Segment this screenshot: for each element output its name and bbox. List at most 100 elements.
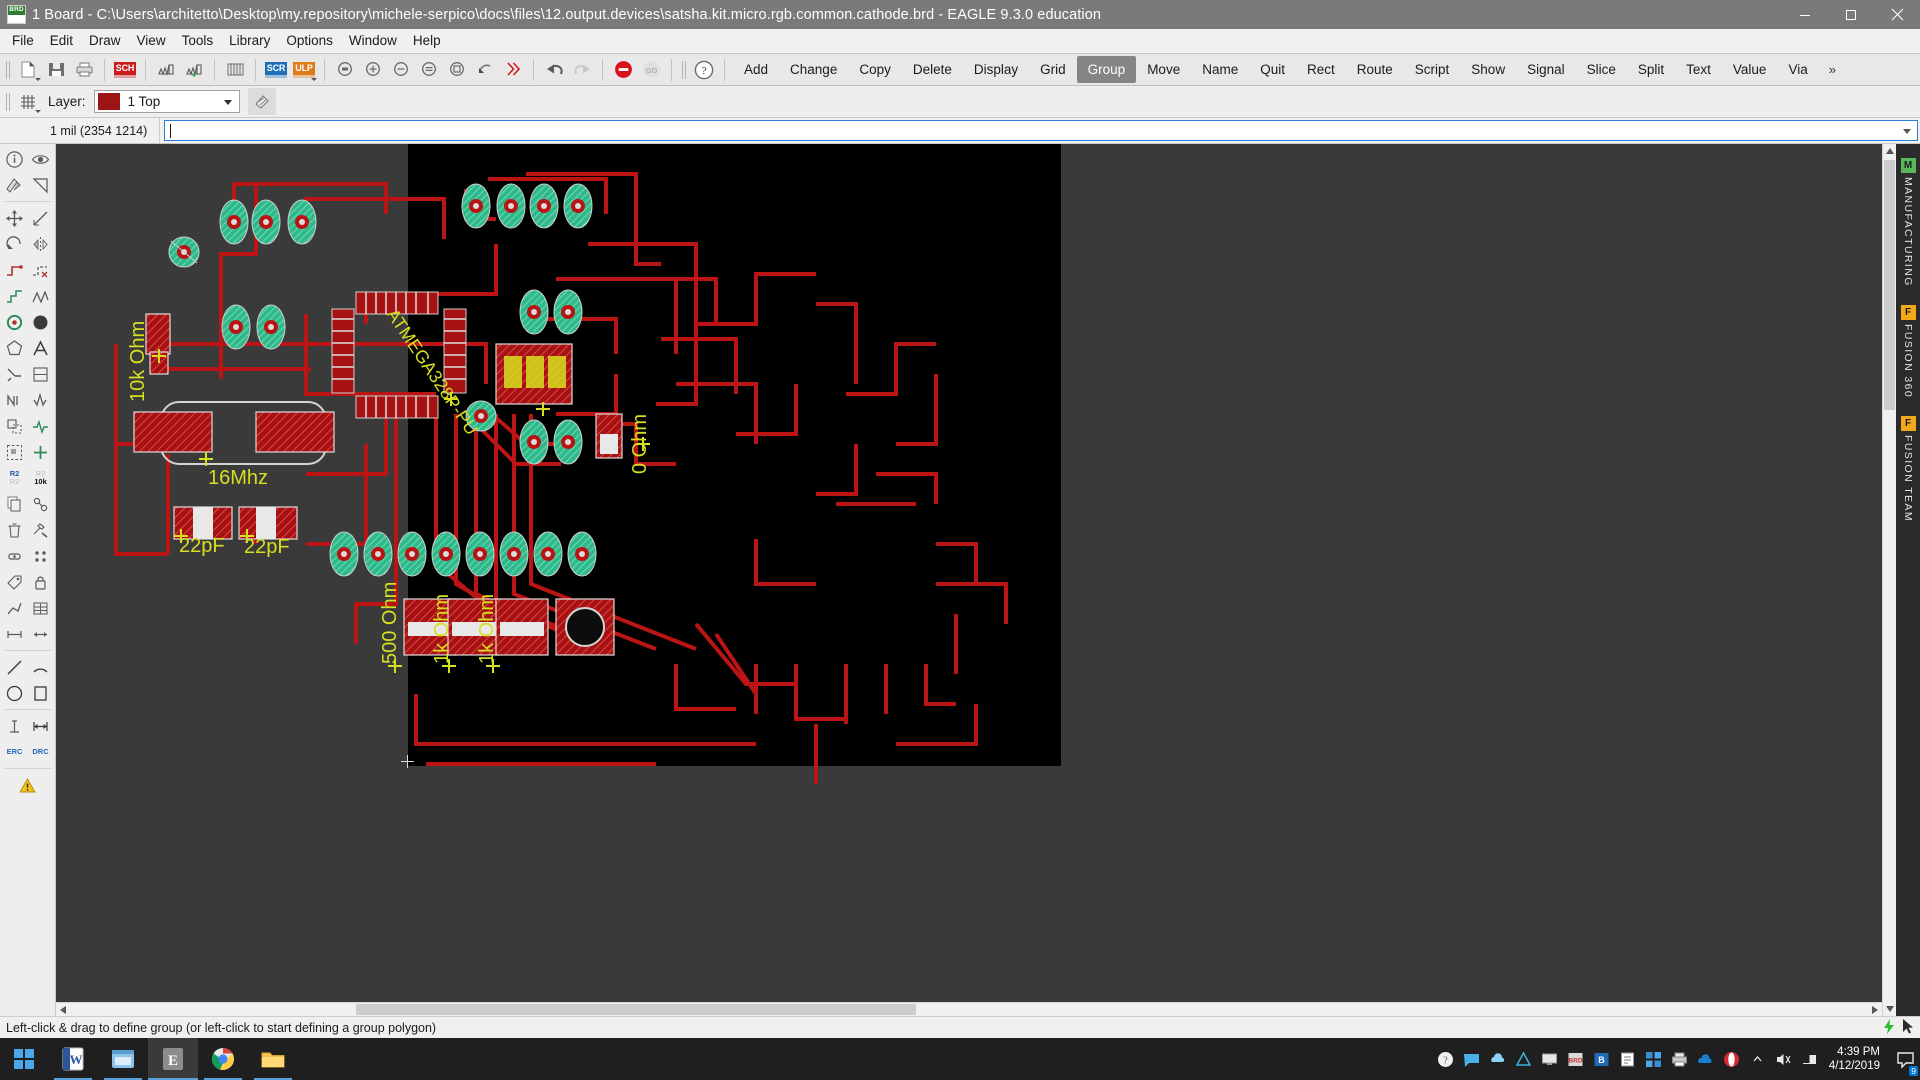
smash-icon[interactable] [2,413,28,439]
array-icon[interactable] [28,621,54,647]
move-icon[interactable] [2,205,28,231]
arc-icon[interactable] [28,654,54,680]
taskbar-explorer-window-icon[interactable] [98,1038,148,1080]
notification-icon[interactable]: 9 [1890,1038,1920,1080]
polygon-icon[interactable] [2,335,28,361]
command-move[interactable]: Move [1136,56,1191,83]
zoom-out-icon[interactable] [387,56,415,83]
scroll-up-arrow-icon[interactable] [1883,144,1896,158]
chat-tray-icon[interactable] [1459,1038,1485,1080]
value-icon[interactable] [28,387,54,413]
command-history-chevron-icon[interactable] [1903,129,1911,134]
hole-icon[interactable] [2,713,28,739]
width-icon[interactable] [28,713,54,739]
autoroute-icon[interactable] [2,283,28,309]
command-quit[interactable]: Quit [1249,56,1296,83]
command-copy[interactable]: Copy [848,56,902,83]
label-10k-icon[interactable]: R2 10k [28,465,54,491]
canvas-horizontal-scrollbar[interactable] [56,1002,1882,1016]
board-artwork[interactable]: 10k Ohm ATMEGA328P-PU 16Mhz 22pF 22pF 0 … [56,144,1156,784]
help-circle-tray-icon[interactable]: ? [1433,1038,1459,1080]
dimension-icon[interactable] [2,621,28,647]
board-canvas[interactable]: 10k Ohm ATMEGA328P-PU 16Mhz 22pF 22pF 0 … [56,144,1896,1016]
line-icon[interactable] [2,654,28,680]
taskbar-file-explorer-icon[interactable] [248,1038,298,1080]
menu-edit[interactable]: Edit [42,30,81,52]
command-slice[interactable]: Slice [1576,56,1627,83]
name-icon[interactable] [2,387,28,413]
cloud-tray-icon[interactable] [1485,1038,1511,1080]
print-icon[interactable] [70,56,98,83]
library-icon[interactable] [221,56,249,83]
command-display[interactable]: Display [963,56,1029,83]
command-signal[interactable]: Signal [1516,56,1576,83]
ulp-icon[interactable]: ULP [290,56,318,83]
command-text[interactable]: Text [1675,56,1722,83]
command-delete[interactable]: Delete [902,56,963,83]
scroll-down-arrow-icon[interactable] [1883,1002,1896,1016]
rail-tab-manufacturing[interactable]: M MANUFACTURING [1900,158,1916,287]
mirror-icon[interactable] [28,231,54,257]
menu-file[interactable]: File [4,30,42,52]
command-split[interactable]: Split [1627,56,1675,83]
scroll-right-arrow-icon[interactable] [1868,1003,1882,1016]
layer-select[interactable]: 1 Top [93,90,240,113]
text-tool-icon[interactable] [28,335,54,361]
undo-icon[interactable] [540,56,568,83]
windows-start-icon[interactable] [0,1038,48,1080]
command-change[interactable]: Change [779,56,848,83]
note-tray-icon[interactable] [1615,1038,1641,1080]
route-icon[interactable] [2,257,28,283]
menu-draw[interactable]: Draw [81,30,129,52]
signal-icon[interactable] [28,413,54,439]
rail-tab-fusion-360[interactable]: F FUSION 360 [1900,304,1916,398]
tag-icon[interactable] [2,569,28,595]
taskbar-eagle-icon[interactable]: E [148,1038,198,1080]
tools-icon[interactable] [28,517,54,543]
zoom-redraw-icon[interactable] [443,56,471,83]
toolbar-grip[interactable] [4,59,12,81]
save-icon[interactable] [42,56,70,83]
layerbar-grip[interactable] [4,91,12,113]
menu-window[interactable]: Window [341,30,405,52]
command-value[interactable]: Value [1722,56,1778,83]
onedrive-tray-icon[interactable] [1693,1038,1719,1080]
command-grid[interactable]: Grid [1029,56,1077,83]
opera-tray-icon[interactable] [1719,1038,1745,1080]
via-icon[interactable] [2,309,28,335]
bit-tray-icon[interactable]: B [1589,1038,1615,1080]
scr-script-icon[interactable]: SCR [262,56,290,83]
printer-tray-icon[interactable] [1667,1038,1693,1080]
eagle-tray-icon[interactable]: BRD [1563,1038,1589,1080]
measure-icon[interactable] [28,205,54,231]
zoom-in-icon[interactable] [359,56,387,83]
redo-icon[interactable] [568,56,596,83]
layer-settings-icon[interactable] [247,88,276,115]
autodesk-tray-icon[interactable] [1511,1038,1537,1080]
toolbar-overflow-button[interactable]: » [1819,58,1844,81]
minimize-button[interactable] [1782,0,1828,29]
undo-redo-arc-icon[interactable] [471,56,499,83]
stop-sign-icon[interactable] [499,56,527,83]
manufacturing-icon[interactable] [180,56,208,83]
split-icon[interactable] [2,361,28,387]
rotate-icon[interactable] [2,231,28,257]
taskbar-word-icon[interactable]: W [48,1038,98,1080]
taskbar-chrome-icon[interactable] [198,1038,248,1080]
command-group[interactable]: Group [1076,56,1137,83]
maximize-button[interactable] [1828,0,1874,29]
grid-icon[interactable] [14,88,42,115]
command-add[interactable]: Add [733,56,779,83]
sch-switch-icon[interactable]: SCH [111,56,139,83]
optimize-icon[interactable] [2,595,28,621]
help-icon[interactable]: ? [690,56,718,83]
cam-processor-icon[interactable] [152,56,180,83]
monitor-tray-icon[interactable] [1537,1038,1563,1080]
volume-tray-icon[interactable] [1771,1038,1797,1080]
change-icon[interactable] [28,361,54,387]
command-route[interactable]: Route [1346,56,1404,83]
pad-icon[interactable] [2,543,28,569]
show-eye-icon[interactable] [28,146,54,172]
zoom-fit-icon[interactable] [331,56,359,83]
command-script[interactable]: Script [1404,56,1461,83]
